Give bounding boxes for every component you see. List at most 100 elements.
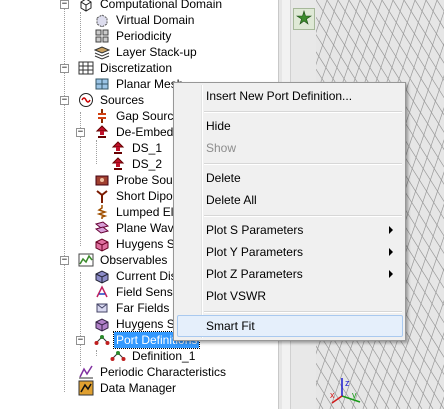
tree-item-observables[interactable]: Observables xyxy=(78,252,169,268)
tree-item-virtual-domain[interactable]: Virtual Domain xyxy=(94,12,196,28)
de-embedding-icon xyxy=(94,124,110,140)
menu-item-show: Show xyxy=(177,137,403,159)
context-menu: Insert New Port Definition... Hide Show … xyxy=(173,82,406,341)
menu-item-insert-port-definition[interactable]: Insert New Port Definition... xyxy=(177,85,403,107)
huygens-source-icon xyxy=(94,236,110,252)
sources-icon xyxy=(78,92,94,108)
tree-item-discretization[interactable]: Discretization xyxy=(78,60,174,76)
tree-label: DS_1 xyxy=(132,141,163,155)
tree-label: Current Dist xyxy=(116,269,181,283)
tree-line xyxy=(96,140,97,164)
tree-item-probe-source[interactable]: Probe Sourc xyxy=(94,172,185,188)
menu-item-delete-all[interactable]: Delete All xyxy=(177,189,403,211)
menu-item-label: Insert New Port Definition... xyxy=(206,89,353,103)
axis-label-x: x xyxy=(330,390,335,400)
tree-label: Observables xyxy=(100,253,168,267)
tree-label: Periodicity xyxy=(116,29,172,43)
menu-item-plot-s-parameters[interactable]: Plot S Parameters xyxy=(177,219,403,241)
tree-item-periodic-characteristics[interactable]: Periodic Characteristics xyxy=(78,364,228,380)
tree-item-huygens-surface[interactable]: Huygens Su xyxy=(94,316,183,332)
menu-item-label: Plot S Parameters xyxy=(206,223,304,237)
probe-source-icon xyxy=(94,172,110,188)
tree-item-computational-domain[interactable]: Computational Domain xyxy=(78,0,224,12)
menu-separator xyxy=(204,311,402,313)
submenu-arrow-icon xyxy=(389,248,393,256)
tree-item-ds-2[interactable]: DS_2 xyxy=(110,156,164,172)
gap-source-icon xyxy=(94,108,110,124)
expander-sources[interactable]: − xyxy=(60,96,69,105)
data-manager-icon xyxy=(78,380,94,396)
menu-item-label: Plot Z Parameters xyxy=(206,267,303,281)
tree-line xyxy=(80,272,81,366)
menu-item-plot-z-parameters[interactable]: Plot Z Parameters xyxy=(177,263,403,285)
tree-label: Periodic Characteristics xyxy=(100,365,227,379)
tree-item-ds-1[interactable]: DS_1 xyxy=(110,140,164,156)
mesh-icon xyxy=(78,60,94,76)
menu-item-label: Plot VSWR xyxy=(206,289,267,303)
tree-label: Field Senso xyxy=(116,285,180,299)
tree-item-periodicity[interactable]: Periodicity xyxy=(94,28,173,44)
expander-observables[interactable]: − xyxy=(60,256,69,265)
tree-label: Gap Source xyxy=(116,109,181,123)
menu-item-label: Delete xyxy=(206,171,241,185)
tree-item-sources[interactable]: Sources xyxy=(78,92,146,108)
menu-separator xyxy=(204,215,402,217)
menu-item-label: Show xyxy=(206,141,237,155)
menu-item-label: Delete All xyxy=(206,193,257,207)
tree-item-far-fields[interactable]: Far Fields xyxy=(94,300,171,316)
menu-separator xyxy=(204,111,402,113)
short-dipole-icon xyxy=(94,188,110,204)
tree-line xyxy=(96,350,97,356)
ds-icon xyxy=(110,140,126,156)
tree-label: Lumped Ele xyxy=(116,205,181,219)
expander-discretization[interactable]: − xyxy=(60,64,69,73)
tree-item-field-sensor[interactable]: Field Senso xyxy=(94,284,181,300)
tree-item-current-distribution[interactable]: Current Dist xyxy=(94,268,182,284)
tree-label: Computational Domain xyxy=(100,0,223,11)
submenu-arrow-icon xyxy=(389,226,393,234)
layer-stack-icon xyxy=(94,44,110,60)
tree-item-layer-stackup[interactable]: Layer Stack-up xyxy=(94,44,199,60)
virtual-domain-icon xyxy=(94,12,110,28)
tree-label: Virtual Domain xyxy=(116,13,195,27)
lumped-element-icon xyxy=(94,204,110,220)
menu-item-delete[interactable]: Delete xyxy=(177,167,403,189)
submenu-arrow-icon xyxy=(389,270,393,278)
periodicity-icon xyxy=(94,28,110,44)
tree-item-de-embedding[interactable]: De-Embedd xyxy=(94,124,182,140)
tree-label: Far Fields xyxy=(116,301,170,315)
tree-label: Definition_1 xyxy=(132,349,196,363)
expander-computational-domain[interactable]: − xyxy=(60,0,69,9)
menu-item-hide[interactable]: Hide xyxy=(177,115,403,137)
observables-icon xyxy=(78,252,94,268)
tree-item-data-manager[interactable]: Data Manager xyxy=(78,380,178,396)
definition-icon xyxy=(110,348,126,364)
tree-item-definition-1[interactable]: Definition_1 xyxy=(110,348,197,364)
plane-wave-icon xyxy=(94,220,110,236)
axis-label-y: y xyxy=(352,390,357,400)
tree-item-lumped-element[interactable]: Lumped Ele xyxy=(94,204,182,220)
menu-item-smart-fit[interactable]: Smart Fit xyxy=(177,315,403,337)
tree-item-huygens-source[interactable]: Huygens So xyxy=(94,236,183,252)
ds-icon xyxy=(110,156,126,172)
expander-port-definitions[interactable]: − xyxy=(76,336,85,345)
toolbar-button[interactable] xyxy=(293,8,315,30)
tree-item-plane-wave[interactable]: Plane Wave xyxy=(94,220,182,236)
menu-item-plot-y-parameters[interactable]: Plot Y Parameters xyxy=(177,241,403,263)
menu-item-plot-vswr[interactable]: Plot VSWR xyxy=(177,285,403,307)
menu-item-label: Hide xyxy=(206,119,231,133)
planar-mesh-icon xyxy=(94,76,110,92)
tree-label: Discretization xyxy=(100,61,173,75)
tree-label: Data Manager xyxy=(100,381,177,395)
expander-de-embedding[interactable]: − xyxy=(76,128,85,137)
tree-item-gap-source[interactable]: Gap Source xyxy=(94,108,182,124)
menu-item-label: Smart Fit xyxy=(206,319,255,333)
tree-item-short-dipole[interactable]: Short Dipole xyxy=(94,188,184,204)
port-definitions-icon xyxy=(94,332,110,348)
current-distribution-icon xyxy=(94,268,110,284)
tree-label: Sources xyxy=(100,93,145,107)
tree-item-planar-mesh[interactable]: Planar Mesh xyxy=(94,76,185,92)
green-star-icon xyxy=(296,9,312,29)
field-sensor-icon xyxy=(94,284,110,300)
axis-label-z: z xyxy=(345,378,350,388)
